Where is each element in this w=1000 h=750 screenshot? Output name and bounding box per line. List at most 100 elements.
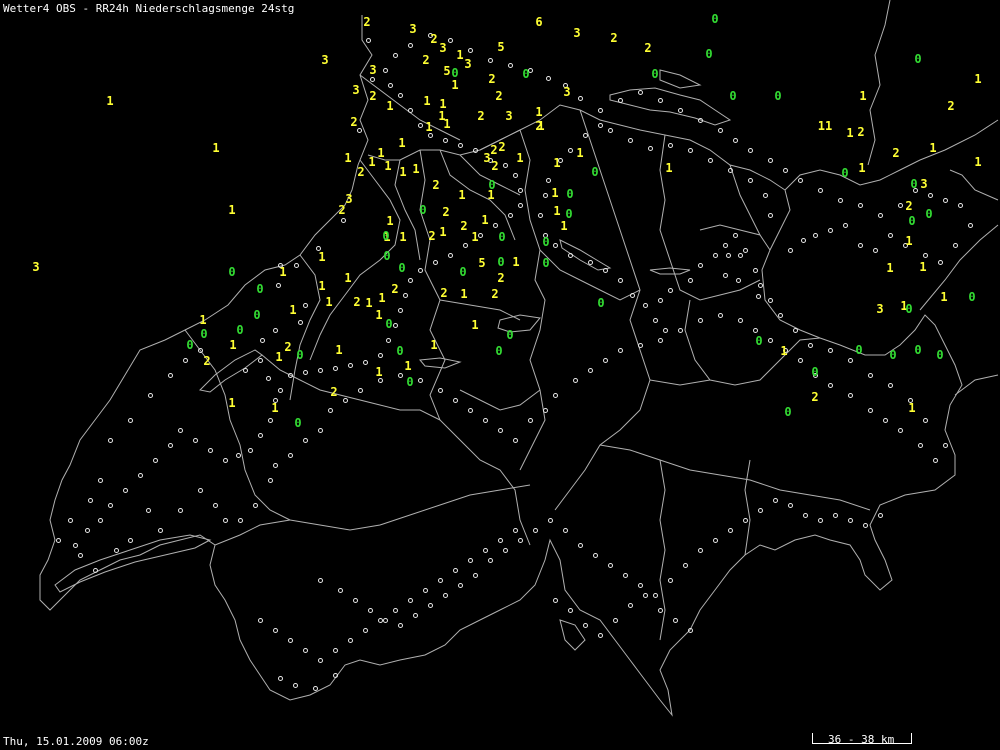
station-dot-icon <box>503 163 508 168</box>
station-dot-icon <box>343 398 348 403</box>
precipitation-value: 1 <box>487 188 495 202</box>
precipitation-value: 1 <box>846 126 854 140</box>
precipitation-value: 1 <box>425 120 433 134</box>
station-dot-icon <box>253 503 258 508</box>
precipitation-value: 0 <box>841 166 849 180</box>
station-dot-icon <box>628 138 633 143</box>
precipitation-value: 0 <box>228 265 236 279</box>
station-dot-icon <box>333 366 338 371</box>
station-dot-icon <box>673 618 678 623</box>
station-dot-icon <box>468 558 473 563</box>
precipitation-value: 3 <box>464 57 472 71</box>
precipitation-value: 0 <box>936 348 944 362</box>
precipitation-value: 1 <box>780 344 788 358</box>
station-dot-icon <box>803 513 808 518</box>
station-dot-icon <box>508 213 513 218</box>
precipitation-value: 3 <box>409 22 417 36</box>
station-dot-icon <box>768 338 773 343</box>
precipitation-value: 2 <box>363 15 371 29</box>
station-dot-icon <box>128 418 133 423</box>
station-dot-icon <box>443 593 448 598</box>
station-dot-icon <box>518 538 523 543</box>
station-dot-icon <box>338 588 343 593</box>
station-dot-icon <box>873 248 878 253</box>
station-dot-icon <box>568 148 573 153</box>
station-dot-icon <box>968 223 973 228</box>
precipitation-value: 1 <box>212 141 220 155</box>
precipitation-value: 1 <box>905 234 913 248</box>
precipitation-value: 1 <box>451 78 459 92</box>
station-dot-icon <box>313 686 318 691</box>
station-dot-icon <box>828 228 833 233</box>
station-dot-icon <box>788 248 793 253</box>
station-dot-icon <box>273 328 278 333</box>
precipitation-value: 1 <box>560 219 568 233</box>
station-dot-icon <box>258 618 263 623</box>
station-dot-icon <box>348 363 353 368</box>
station-dot-icon <box>583 133 588 138</box>
precipitation-value: 0 <box>925 207 933 221</box>
precipitation-value: 1 <box>553 156 561 170</box>
station-dot-icon <box>598 633 603 638</box>
station-dot-icon <box>838 198 843 203</box>
station-dot-icon <box>318 368 323 373</box>
station-dot-icon <box>758 508 763 513</box>
precipitation-value: 3 <box>876 302 884 316</box>
precipitation-value: 1 <box>106 94 114 108</box>
station-dot-icon <box>718 313 723 318</box>
station-dot-icon <box>943 443 948 448</box>
precipitation-value: 1 <box>471 318 479 332</box>
station-dot-icon <box>546 76 551 81</box>
precipitation-value: 0 <box>910 177 918 191</box>
station-dot-icon <box>658 608 663 613</box>
station-dot-icon <box>928 193 933 198</box>
station-dot-icon <box>878 213 883 218</box>
precipitation-value: 0 <box>914 52 922 66</box>
station-dot-icon <box>303 303 308 308</box>
precipitation-value: 3 <box>573 26 581 40</box>
station-dot-icon <box>953 243 958 248</box>
precipitation-value: 1 <box>271 401 279 415</box>
station-dot-icon <box>728 528 733 533</box>
precipitation-value: 1 <box>512 255 520 269</box>
station-dot-icon <box>333 648 338 653</box>
station-dot-icon <box>593 553 598 558</box>
station-dot-icon <box>718 128 723 133</box>
station-dot-icon <box>357 128 362 133</box>
station-dot-icon <box>883 418 888 423</box>
precipitation-value: 1 <box>859 89 867 103</box>
precipitation-value: 0 <box>755 334 763 348</box>
station-dot-icon <box>608 128 613 133</box>
station-dot-icon <box>193 438 198 443</box>
precipitation-value: 3 <box>321 53 329 67</box>
station-dot-icon <box>248 448 253 453</box>
station-dot-icon <box>898 203 903 208</box>
precipitation-value: 2 <box>811 390 819 404</box>
precipitation-value: 0 <box>495 344 503 358</box>
station-dot-icon <box>756 294 761 299</box>
precipitation-value: 2 <box>491 287 499 301</box>
precipitation-value: 0 <box>705 47 713 61</box>
station-dot-icon <box>443 138 448 143</box>
precipitation-value: 2 <box>369 89 377 103</box>
station-dot-icon <box>538 213 543 218</box>
station-dot-icon <box>658 98 663 103</box>
station-dot-icon <box>368 608 373 613</box>
precipitation-value: 1 <box>368 155 376 169</box>
precipitation-value: 3 <box>920 177 928 191</box>
precipitation-value: 0 <box>566 187 574 201</box>
station-dot-icon <box>578 543 583 548</box>
station-dot-icon <box>383 68 388 73</box>
station-dot-icon <box>783 168 788 173</box>
station-dot-icon <box>288 638 293 643</box>
station-dot-icon <box>753 268 758 273</box>
station-dot-icon <box>743 518 748 523</box>
station-dot-icon <box>276 283 281 288</box>
precipitation-value: 2 <box>644 41 652 55</box>
station-dot-icon <box>743 248 748 253</box>
station-dot-icon <box>858 243 863 248</box>
precipitation-value: 1 <box>908 401 916 415</box>
station-dot-icon <box>848 518 853 523</box>
station-dot-icon <box>518 188 523 193</box>
station-dot-icon <box>408 598 413 603</box>
